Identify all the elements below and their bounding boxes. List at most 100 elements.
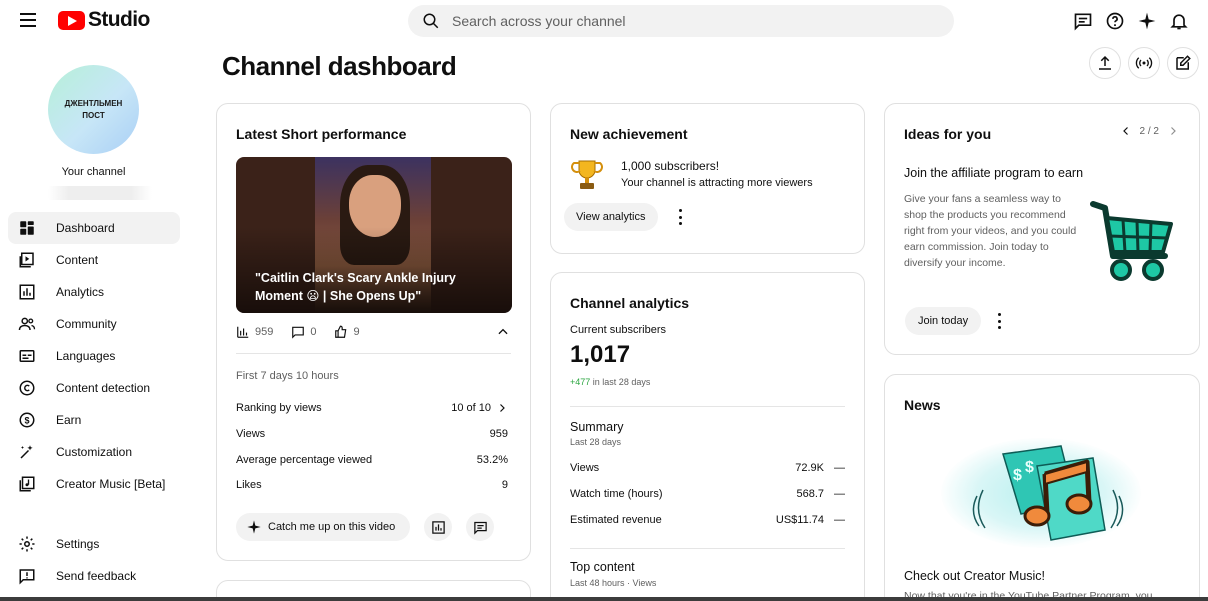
sidebar-item-languages[interactable]: Languages [8, 340, 180, 372]
views-count: 959 [255, 326, 274, 338]
live-broadcast-icon [1135, 57, 1153, 69]
summary-period: Last 28 days [570, 437, 622, 447]
join-today-label: Join today [918, 315, 969, 327]
chevron-left-icon[interactable] [1120, 125, 1132, 137]
likes-stat: 9 [334, 325, 360, 339]
more-options-icon[interactable] [996, 313, 1002, 329]
short-quick-stats: 959 0 9 [236, 325, 360, 339]
logo-text: Studio [88, 8, 150, 31]
latest-short-card: Latest Short performance "Caitlin Clark'… [216, 103, 531, 561]
messages-icon[interactable] [1072, 10, 1094, 32]
shopping-cart-icon [1087, 196, 1177, 293]
analytics-row-revenue: Estimated revenue US$11.74 — [570, 514, 845, 526]
catch-me-up-button[interactable]: Catch me up on this video [236, 513, 410, 541]
sidebar-item-label: Customization [56, 445, 133, 459]
summary-title: Summary [570, 420, 624, 434]
avatar-text: ДЖЕНТЛЬМЕН ПОСТ [64, 98, 123, 120]
go-live-button[interactable] [1128, 47, 1160, 79]
comment-icon [473, 521, 487, 535]
comments-shortcut-button[interactable] [466, 513, 494, 541]
divider [570, 406, 845, 407]
channel-analytics-card: Channel analytics Current subscribers 1,… [550, 272, 865, 601]
stat-value: US$11.74 [775, 514, 824, 526]
dashboard-icon [8, 219, 46, 237]
sidebar-item-label: Content detection [56, 381, 151, 395]
short-thumbnail[interactable]: "Caitlin Clark's Scary Ankle Injury Mome… [236, 157, 512, 313]
youtube-studio-logo[interactable]: Studio [58, 8, 150, 32]
chevron-right-icon[interactable] [1167, 125, 1179, 137]
stat-value: 9 [501, 479, 508, 491]
stat-value: 10 of 10 [451, 402, 491, 414]
card-title: New achievement [570, 126, 688, 142]
period-label: First 7 days 10 hours [236, 370, 339, 382]
divider [236, 353, 511, 354]
stat-row-views: Views 959 [236, 428, 508, 440]
magic-wand-icon [8, 443, 46, 461]
search-input[interactable] [452, 13, 912, 29]
help-icon[interactable] [1104, 10, 1126, 32]
sidebar-item-community[interactable]: Community [8, 308, 180, 340]
join-today-button[interactable]: Join today [905, 307, 982, 335]
analytics-shortcut-button[interactable] [424, 513, 452, 541]
community-icon [8, 315, 46, 333]
sparkle-icon[interactable] [1136, 10, 1158, 32]
likes-count: 9 [353, 326, 360, 338]
news-headline: Check out Creator Music! [904, 569, 1046, 583]
bar-chart-icon [237, 326, 249, 338]
ideas-headline: Join the affiliate program to earn [904, 166, 1084, 180]
analytics-icon [8, 283, 46, 301]
analytics-icon [431, 520, 445, 534]
content-icon [8, 251, 46, 269]
sidebar-item-label: Languages [56, 349, 116, 363]
new-achievement-card: New achievement 1,000 subscribers! Your … [550, 103, 865, 254]
menu-icon[interactable] [16, 10, 40, 30]
analytics-row-watch-time: Watch time (hours) 568.7 — [570, 488, 845, 500]
more-options-icon[interactable] [677, 209, 683, 225]
search-icon [423, 13, 439, 29]
sidebar-item-label: Dashboard [56, 221, 115, 235]
create-post-button[interactable] [1167, 47, 1199, 79]
sidebar-item-analytics[interactable]: Analytics [8, 276, 180, 308]
sidebar-item-settings[interactable]: Settings [8, 528, 180, 560]
sidebar-item-label: Earn [56, 413, 82, 427]
achievement-headline: 1,000 subscribers! [621, 159, 720, 173]
sidebar-item-label: Send feedback [56, 569, 137, 583]
trend-dash: — [834, 462, 845, 474]
notifications-bell-icon[interactable] [1168, 10, 1190, 32]
ideas-card: Ideas for you 2 / 2 Join the affiliate p… [884, 103, 1200, 355]
subs-delta-period: in last 28 days [592, 377, 651, 387]
sidebar-item-content-detection[interactable]: Content detection [8, 372, 180, 404]
view-analytics-button[interactable]: View analytics [564, 203, 658, 231]
collapse-chevron-up-icon[interactable] [496, 325, 510, 344]
view-analytics-label: View analytics [576, 211, 646, 223]
your-channel-label: Your channel [61, 166, 126, 178]
current-subs-value: 1,017 [570, 341, 631, 368]
sidebar-item-creator-music[interactable]: Creator Music [Beta] [8, 468, 180, 500]
current-subs-label: Current subscribers [570, 324, 666, 336]
upload-button[interactable] [1089, 47, 1121, 79]
sidebar-item-label: Content [56, 253, 99, 267]
search-bar[interactable] [408, 5, 954, 37]
sidebar-item-content[interactable]: Content [8, 244, 180, 276]
upload-icon [1099, 55, 1111, 70]
sidebar-item-label: Settings [56, 537, 100, 551]
chevron-right-icon [500, 404, 505, 412]
stat-row-ranking[interactable]: Ranking by views 10 of 10 [236, 402, 508, 414]
sidebar-item-send-feedback[interactable]: Send feedback [8, 560, 180, 592]
copyright-icon [8, 379, 46, 397]
sidebar-item-earn[interactable]: $ Earn [8, 404, 180, 436]
stat-label: Estimated revenue [570, 514, 662, 526]
stat-label: Watch time (hours) [570, 488, 663, 500]
channel-avatar[interactable]: ДЖЕНТЛЬМЕН ПОСТ [48, 65, 139, 154]
subs-delta: +477 in last 28 days [570, 377, 650, 387]
ideas-body: Give your fans a seamless way to shop th… [904, 193, 1077, 269]
sidebar-item-customization[interactable]: Customization [8, 436, 180, 468]
edit-icon [1176, 55, 1191, 70]
sidebar-item-dashboard[interactable]: Dashboard [8, 212, 180, 244]
stat-label: Ranking by views [236, 402, 322, 414]
stat-label: Views [570, 462, 600, 474]
card-title: Ideas for you [904, 126, 992, 142]
achievement-subtext: Your channel is attracting more viewers [621, 177, 813, 189]
news-card: News $ $ Check out Creator Music! Now th… [884, 374, 1200, 601]
stat-row-likes: Likes 9 [236, 479, 508, 491]
